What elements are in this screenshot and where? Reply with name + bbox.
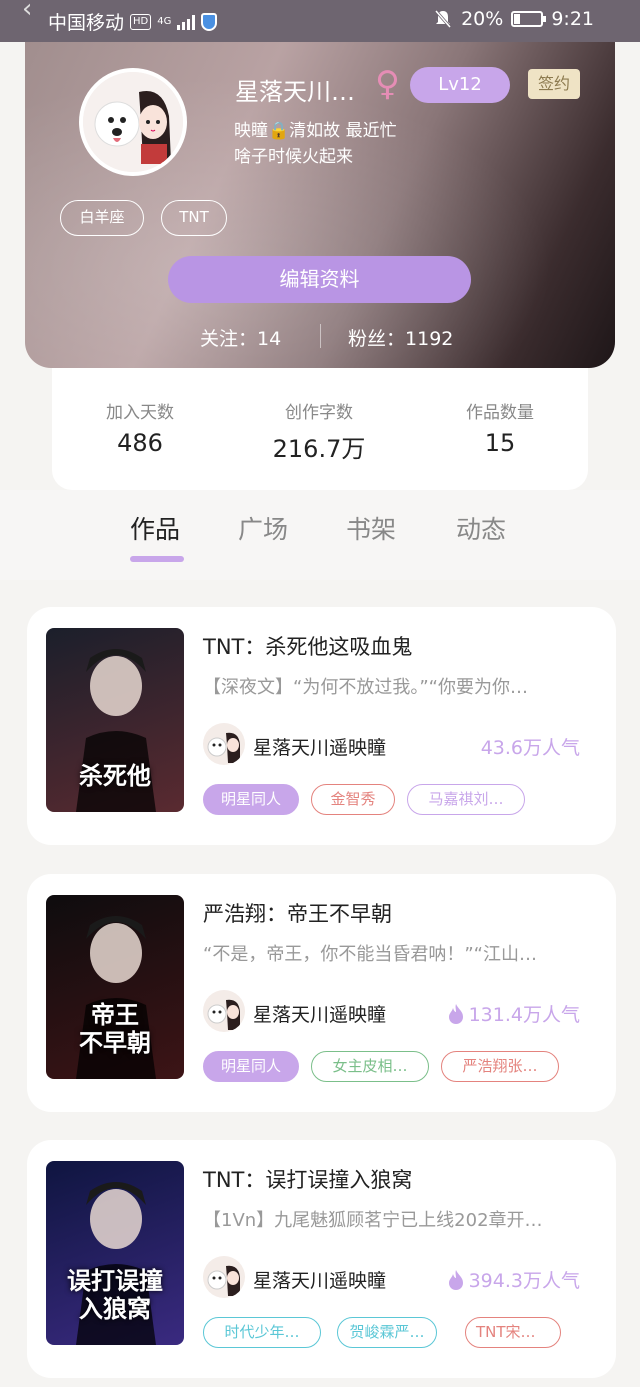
- signal-icon: [177, 14, 196, 30]
- following-count[interactable]: 关注：14: [200, 324, 281, 351]
- female-gender-icon: ♀: [375, 64, 400, 104]
- network-type: 4G: [157, 16, 172, 27]
- work-title[interactable]: TNT：误打误撞入狼窝: [203, 1164, 412, 1194]
- author-avatar[interactable]: [203, 990, 245, 1032]
- work-title[interactable]: 严浩翔：帝王不早朝: [203, 898, 392, 928]
- signed-badge: 签约: [528, 69, 580, 99]
- clock: 9:21: [551, 8, 594, 30]
- popularity: 43.6万人气: [481, 733, 580, 760]
- stat-label: 作品数量: [466, 403, 534, 423]
- stat-value: 486: [117, 429, 163, 457]
- popularity-value: 131.4万人气: [468, 1004, 580, 1026]
- level-badge[interactable]: Lv12: [410, 67, 510, 103]
- work-card[interactable]: 帝王 不早朝 严浩翔：帝王不早朝 “不是，帝王，你不能当昏君呐！”“江山… 星落天川遥…: [27, 874, 616, 1112]
- profile-tag[interactable]: TNT: [161, 200, 227, 236]
- work-tag[interactable]: 明星同人: [203, 784, 299, 815]
- cover-title: 误打误撞 入狼窝: [67, 1267, 163, 1323]
- popularity: 131.4万人气: [448, 1000, 580, 1027]
- battery-percent: 20%: [461, 8, 504, 30]
- flame-icon: [448, 1003, 463, 1024]
- popularity-value: 394.3万人气: [468, 1270, 580, 1292]
- tab-bar: [0, 490, 640, 580]
- work-tag[interactable]: 时代少年…: [203, 1317, 321, 1348]
- status-bar: ‹ 中国移动 HD 4G 20% 9:21: [0, 0, 640, 42]
- following-label: 关注：: [200, 328, 258, 350]
- tab-bookshelf[interactable]: 书架: [346, 510, 396, 546]
- cover-title: 杀死他: [79, 762, 151, 790]
- fans-label: 粉丝：: [348, 328, 406, 350]
- tab-plaza[interactable]: 广场: [238, 510, 288, 546]
- shield-icon: [201, 12, 218, 31]
- stat-value: 216.7万: [272, 435, 366, 463]
- author-avatar[interactable]: [203, 1256, 245, 1298]
- book-cover[interactable]: 帝王 不早朝: [46, 895, 184, 1079]
- stat-works-count: 作品数量 15: [430, 398, 570, 457]
- flame-icon: [448, 1269, 463, 1290]
- book-cover[interactable]: 杀死他: [46, 628, 184, 812]
- cover-title: 帝王 不早朝: [79, 1001, 151, 1057]
- popularity-value: 43.6万人气: [480, 737, 580, 759]
- tab-moments[interactable]: 动态: [456, 510, 506, 546]
- work-card[interactable]: 误打误撞 入狼窝 TNT：误打误撞入狼窝【1Vn】九尾魅狐顾茗宁已上线202章开……: [27, 1140, 616, 1378]
- popularity: 394.3万人气: [448, 1266, 580, 1293]
- author-name[interactable]: 星落天川遥映瞳: [253, 1266, 386, 1293]
- bio-line: 啥子时候火起来: [234, 147, 353, 167]
- profile-tag[interactable]: 白羊座: [60, 200, 144, 236]
- fans-value: 1192: [405, 328, 454, 350]
- carrier-name: 中国移动: [48, 12, 125, 34]
- tab-works[interactable]: 作品: [130, 510, 180, 546]
- battery-icon: [511, 11, 547, 27]
- work-tag[interactable]: TNT宋亚轩: [465, 1317, 561, 1348]
- bio: 映瞳🔒清如故 最近忙 啥子时候火起来: [234, 118, 514, 170]
- mute-bell-icon: [434, 10, 452, 28]
- work-description: “不是，帝王，你不能当昏君呐！”“江山…: [203, 944, 537, 965]
- work-tag[interactable]: 贺峻霖严…: [337, 1317, 437, 1348]
- following-value: 14: [257, 328, 282, 350]
- work-tag[interactable]: 马嘉祺刘…: [407, 784, 525, 815]
- avatar-image: [83, 72, 183, 172]
- divider: [320, 324, 321, 348]
- nickname: 星落天川…: [235, 78, 355, 106]
- author-avatar[interactable]: [203, 723, 245, 765]
- stat-join-days: 加入天数 486: [70, 398, 210, 457]
- work-description: 【1Vn】九尾魅狐顾茗宁已上线202章开…: [203, 1210, 543, 1231]
- stat-word-count: 创作字数 216.7万: [249, 398, 389, 464]
- back-arrow-icon[interactable]: ‹: [22, 0, 32, 24]
- work-tag[interactable]: 金智秀: [311, 784, 395, 815]
- profile-header: 星落天川… ♀ Lv12 签约 映瞳🔒清如故 最近忙 啥子时候火起来 白羊座 T…: [25, 42, 615, 368]
- fans-count[interactable]: 粉丝：1192: [348, 324, 453, 351]
- author-name[interactable]: 星落天川遥映瞳: [253, 733, 386, 760]
- author-name[interactable]: 星落天川遥映瞳: [253, 1000, 386, 1027]
- work-card[interactable]: 杀死他 TNT：杀死他这吸血鬼【深夜文】“为何不放过我。”“你要为你… 星落天川遥映…: [27, 607, 616, 845]
- stat-label: 加入天数: [106, 403, 174, 423]
- work-tag[interactable]: 女主皮相…: [311, 1051, 429, 1082]
- stat-value: 15: [484, 429, 516, 457]
- stats-panel: 加入天数 486 创作字数 216.7万 作品数量 15: [52, 368, 588, 490]
- work-description: 【深夜文】“为何不放过我。”“你要为你…: [203, 677, 528, 698]
- stat-label: 创作字数: [285, 403, 353, 423]
- edit-profile-button[interactable]: 编辑资料: [168, 256, 471, 303]
- bio-line: 映瞳🔒清如故 最近忙: [234, 121, 397, 141]
- active-tab-indicator: [130, 556, 184, 562]
- book-cover[interactable]: 误打误撞 入狼窝: [46, 1161, 184, 1345]
- avatar[interactable]: [79, 68, 187, 176]
- work-tag[interactable]: 严浩翔张…: [441, 1051, 559, 1082]
- work-title[interactable]: TNT：杀死他这吸血鬼: [203, 631, 412, 661]
- work-tag[interactable]: 明星同人: [203, 1051, 299, 1082]
- hd-icon: HD: [130, 13, 152, 30]
